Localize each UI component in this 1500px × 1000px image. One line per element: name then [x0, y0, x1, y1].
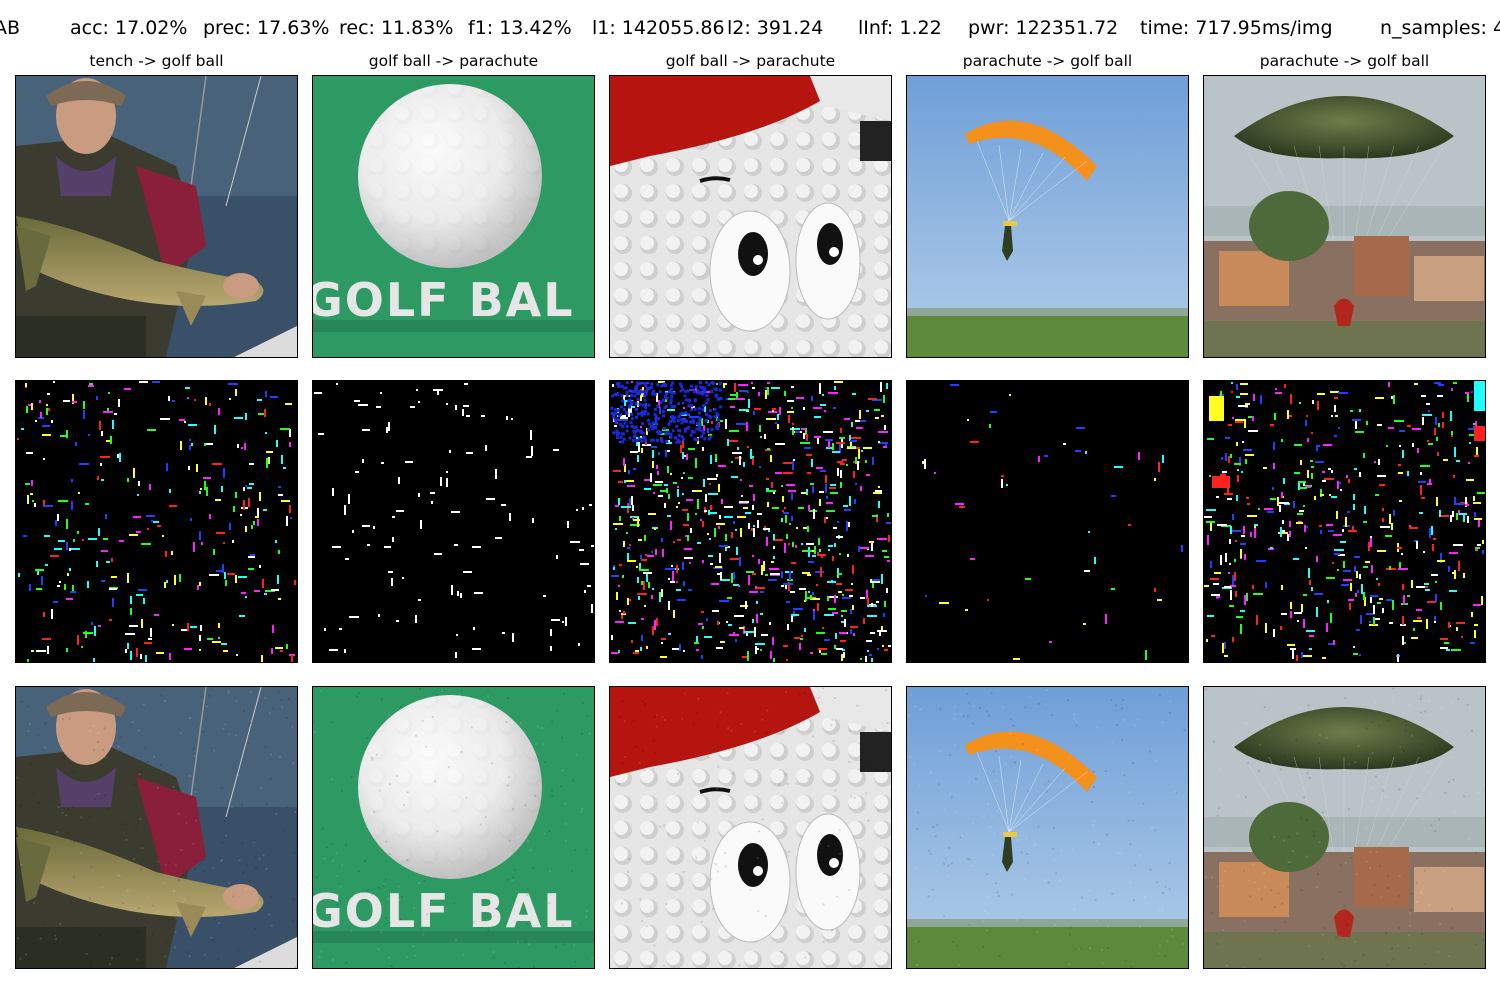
metric-f1: f1: 13.42%	[468, 14, 572, 42]
column-title-5: parachute -> golf ball	[1203, 50, 1486, 72]
original-image-golf-ball-to-parachute-2	[609, 75, 892, 358]
original-image-golf-ball-to-parachute-1: GOLF BAL	[312, 75, 595, 358]
attack-label: AB	[0, 14, 20, 42]
original-image-tench-to-golf-ball	[15, 75, 298, 358]
perturbation-tench-to-golf-ball	[15, 380, 298, 663]
metric-rec: rec: 11.83%	[339, 14, 453, 42]
adversarial-image-parachute-to-golf-ball-1	[906, 686, 1189, 969]
adversarial-image-golf-ball-to-parachute-1: GOLF BAL	[312, 686, 595, 969]
metric-acc: acc: 17.02%	[70, 14, 187, 42]
adversarial-image-tench-to-golf-ball	[15, 686, 298, 969]
metric-n-samples: n_samples: 4	[1380, 14, 1500, 42]
column-title-4: parachute -> golf ball	[906, 50, 1189, 72]
original-image-parachute-to-golf-ball-1	[906, 75, 1189, 358]
metric-l2: l2: 391.24	[727, 14, 823, 42]
perturbation-golf-ball-to-parachute-2	[609, 380, 892, 663]
metric-l1: l1: 142055.86	[592, 14, 725, 42]
metric-pwr: pwr: 122351.72	[968, 14, 1118, 42]
metric-linf: lInf: 1.22	[858, 14, 942, 42]
perturbation-parachute-to-golf-ball-1	[906, 380, 1189, 663]
metric-prec: prec: 17.63%	[203, 14, 329, 42]
perturbation-golf-ball-to-parachute-1	[312, 380, 595, 663]
perturbation-parachute-to-golf-ball-2	[1203, 380, 1486, 663]
column-title-2: golf ball -> parachute	[312, 50, 595, 72]
metric-time: time: 717.95ms/img	[1140, 14, 1333, 42]
golf-ball-banner-text: GOLF BAL	[313, 884, 575, 938]
original-image-parachute-to-golf-ball-2	[1203, 75, 1486, 358]
adversarial-image-golf-ball-to-parachute-2	[609, 686, 892, 969]
column-title-1: tench -> golf ball	[15, 50, 298, 72]
column-title-3: golf ball -> parachute	[609, 50, 892, 72]
adversarial-image-parachute-to-golf-ball-2	[1203, 686, 1486, 969]
metrics-header: AB acc: 17.02% prec: 17.63% rec: 11.83% …	[0, 14, 1500, 44]
golf-ball-banner-text: GOLF BAL	[313, 273, 575, 327]
